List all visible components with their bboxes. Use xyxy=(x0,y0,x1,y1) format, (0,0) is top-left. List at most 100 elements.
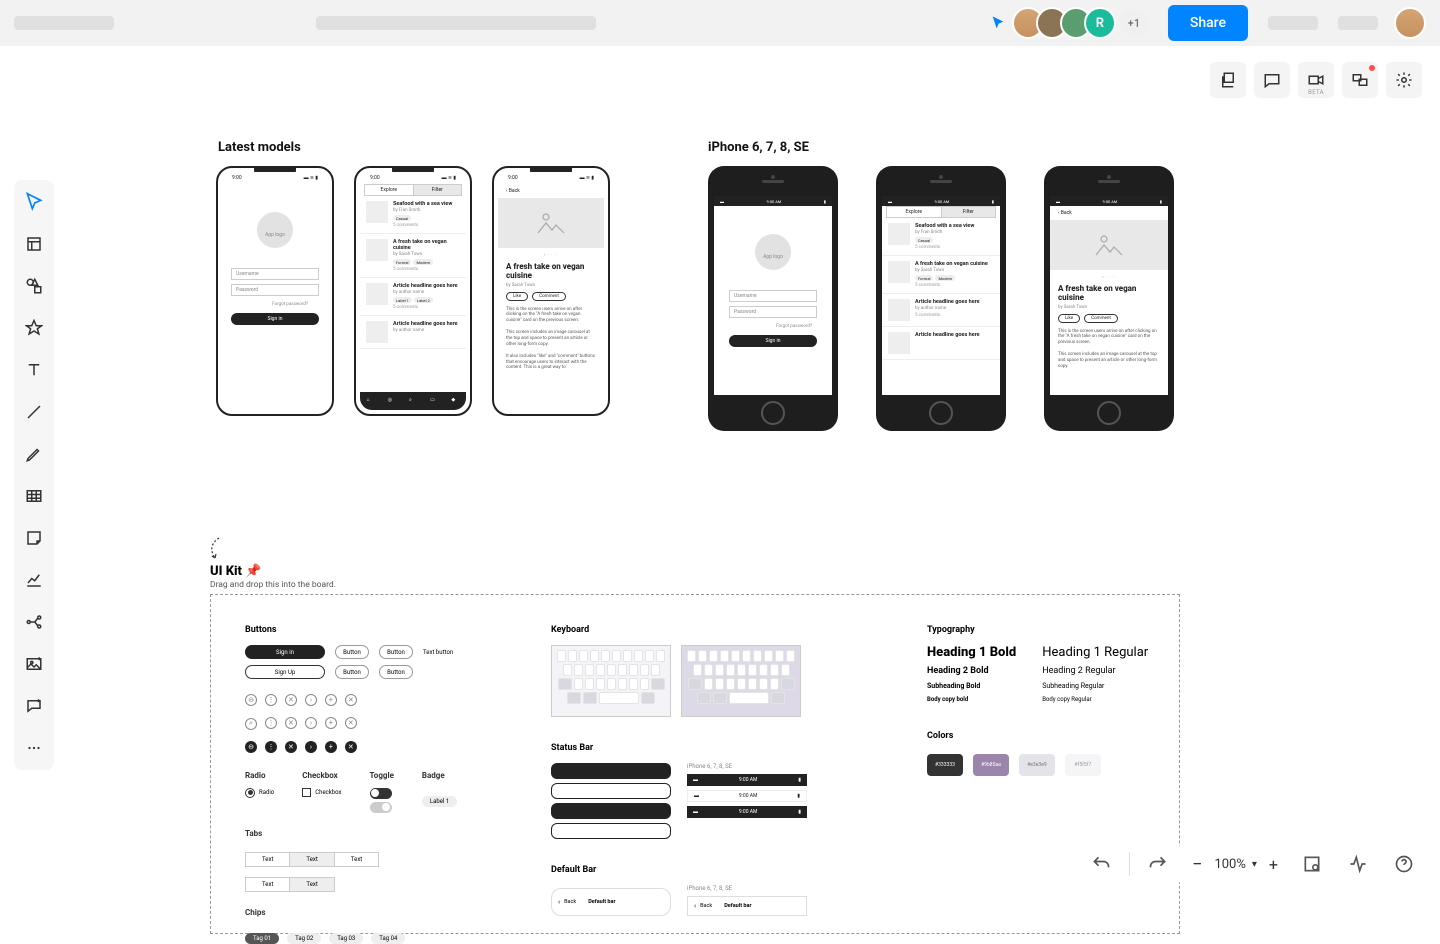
list-item[interactable]: A fresh take on vegan cuisineby Sarah To… xyxy=(360,234,466,278)
mock-x-login[interactable]: 9:00▬ ≋ ▮ App logo Username Password For… xyxy=(216,166,334,416)
more-icon[interactable]: ⋮ xyxy=(265,694,277,706)
redo-button[interactable] xyxy=(1140,846,1176,882)
header-ph-2[interactable] xyxy=(1338,16,1378,30)
plus-icon[interactable]: + xyxy=(325,694,337,706)
chat-icon[interactable]: ▭ xyxy=(430,397,438,405)
zoom-out-icon[interactable]: ⊖ xyxy=(245,741,257,753)
list-item[interactable]: Article headline goes hereby author name… xyxy=(882,294,1000,327)
avatar-overflow[interactable]: +1 xyxy=(1120,9,1148,37)
toggle-on[interactable] xyxy=(370,788,392,799)
defaultbar-x[interactable]: ‹BackDefault bar xyxy=(551,888,671,916)
kit-tabs-2[interactable]: TextText xyxy=(245,877,335,892)
chip[interactable]: Tag 03 xyxy=(329,933,363,944)
tab-explore[interactable]: Explore xyxy=(365,185,414,195)
list-item[interactable]: Article headline goes hereby author name… xyxy=(360,278,466,316)
more-icon[interactable]: ⋮ xyxy=(265,741,277,753)
statusbar-6-dark[interactable]: ▬9:00 AM▮ xyxy=(687,806,807,818)
username-input[interactable]: Username xyxy=(231,268,319,280)
chevron-down-icon[interactable]: ▾ xyxy=(1252,859,1257,870)
swatch[interactable]: #333333 xyxy=(927,754,963,776)
compass-icon[interactable]: ◎ xyxy=(388,397,396,405)
radio-on[interactable] xyxy=(245,788,255,798)
carousel-dots[interactable]: • · · · · xyxy=(506,252,596,259)
uikit-frame[interactable]: Buttons Sign in Button Button Text butto… xyxy=(210,594,1180,934)
home-button[interactable] xyxy=(761,401,785,425)
avatar-4[interactable]: R xyxy=(1084,7,1116,39)
password-input[interactable]: Password xyxy=(729,306,817,318)
plus-icon[interactable]: + xyxy=(325,741,337,753)
mini-map-button[interactable] xyxy=(1294,846,1330,882)
statusbar-x-dark[interactable] xyxy=(551,763,671,779)
chevron-right-icon[interactable]: › xyxy=(305,741,317,753)
list-item[interactable]: Seafood with a sea viewby Fran SmithCasu… xyxy=(360,196,466,234)
kit-button[interactable]: Button xyxy=(335,645,369,659)
chip[interactable]: Tag 04 xyxy=(371,933,405,944)
username-input[interactable]: Username xyxy=(729,290,817,302)
more-icon[interactable]: ⋮ xyxy=(265,717,277,729)
mock-x-feed[interactable]: 9:00▬ ≋ ▮ Explore Filter Seafood with a … xyxy=(354,166,472,416)
bottom-nav[interactable]: ⌂ ◎ ⌕ ▭ ◆ xyxy=(360,392,466,410)
kit-button[interactable]: Button xyxy=(379,645,413,659)
share-button[interactable]: Share xyxy=(1168,5,1248,41)
zoom-in-button[interactable]: + xyxy=(1263,855,1284,874)
canvas[interactable]: Latest models iPhone 6, 7, 8, SE 9:00▬ ≋… xyxy=(0,46,1440,900)
chevron-right-icon[interactable]: › xyxy=(305,694,317,706)
mock-6-login[interactable]: ▬9:00 AM▮ App logo Username Password For… xyxy=(708,166,838,431)
plus-icon[interactable]: + xyxy=(325,717,337,729)
defaultbar-6[interactable]: ‹BackDefault bar xyxy=(687,896,807,916)
comment-button[interactable]: Comment xyxy=(532,292,566,301)
close-icon[interactable]: ✕ xyxy=(345,741,357,753)
forgot-link[interactable]: Forgot password? xyxy=(272,302,308,307)
home-button[interactable] xyxy=(1097,401,1121,425)
home-icon[interactable]: ⌂ xyxy=(367,397,375,405)
kit-signin-btn[interactable]: Sign in xyxy=(245,645,325,659)
back-link[interactable]: ‹ Back xyxy=(506,184,596,198)
tab-filter[interactable]: Filter xyxy=(414,185,462,195)
zoom-level[interactable]: 100% xyxy=(1214,857,1245,872)
signin-button[interactable]: Sign in xyxy=(729,335,817,347)
zoom-out-button[interactable]: − xyxy=(1186,854,1208,875)
statusbar-x-light[interactable] xyxy=(551,783,671,799)
statusbar-x-light[interactable] xyxy=(551,823,671,839)
home-button[interactable] xyxy=(929,401,953,425)
swatch[interactable]: #9b85aa xyxy=(973,754,1009,776)
list-item[interactable]: A fresh take on vegan cuisineby Sarah To… xyxy=(882,256,1000,294)
toggle-off[interactable] xyxy=(370,802,392,813)
password-input[interactable]: Password xyxy=(231,284,319,296)
kit-tabs-3[interactable]: TextTextText xyxy=(245,852,379,867)
menu-placeholder[interactable] xyxy=(14,16,114,30)
kit-button[interactable]: Button xyxy=(335,665,369,679)
statusbar-x-dark[interactable] xyxy=(551,803,671,819)
keyboard-light[interactable] xyxy=(551,645,671,717)
user-avatar[interactable] xyxy=(1394,7,1426,39)
header-ph-1[interactable] xyxy=(1268,16,1318,30)
zoom-out-icon[interactable]: ⊖ xyxy=(245,694,257,706)
statusbar-6-dark[interactable]: ▬9:00 AM▮ xyxy=(687,774,807,786)
mock-x-article[interactable]: 9:00▬ ≋ ▮ ‹ Back • · · · · A fresh take … xyxy=(492,166,610,416)
checkbox[interactable] xyxy=(302,788,311,797)
feed-tabs[interactable]: Explore Filter xyxy=(364,184,462,196)
list-item[interactable]: Article headline goes hereby author name xyxy=(360,316,466,349)
list-item[interactable]: Seafood with a sea viewby Fran SmithCasu… xyxy=(882,218,1000,256)
swatch[interactable]: #f5f5f7 xyxy=(1065,754,1101,776)
search-icon[interactable]: ⌕ xyxy=(245,718,257,730)
search-icon[interactable]: ⌕ xyxy=(409,397,417,405)
chevron-right-icon[interactable]: › xyxy=(305,717,317,729)
swatch[interactable]: #e3e3e9 xyxy=(1019,754,1055,776)
kit-signup-btn[interactable]: Sign Up xyxy=(245,665,325,679)
shuffle-icon[interactable]: ✕ xyxy=(285,717,297,729)
keyboard-alt[interactable] xyxy=(681,645,801,717)
mock-6-article[interactable]: ▬9:00 AM▮ ‹ Back • · · · · A fresh take … xyxy=(1044,166,1174,431)
chip[interactable]: Tag 02 xyxy=(287,933,321,944)
close-icon[interactable]: ✕ xyxy=(345,694,357,706)
statusbar-6-light[interactable]: ▬9:00 AM▮ xyxy=(687,790,807,802)
shuffle-icon[interactable]: ✕ xyxy=(285,741,297,753)
activity-button[interactable] xyxy=(1340,846,1376,882)
kit-button[interactable]: Button xyxy=(379,665,413,679)
kit-text-button[interactable]: Text button xyxy=(423,649,453,656)
title-placeholder[interactable] xyxy=(316,16,596,30)
mock-6-feed[interactable]: ▬9:00 AM▮ ExploreFilter Seafood with a s… xyxy=(876,166,1006,431)
bell-icon[interactable]: ◆ xyxy=(451,397,459,405)
shuffle-icon[interactable]: ✕ xyxy=(285,694,297,706)
forgot-link[interactable]: Forgot password? xyxy=(776,324,812,329)
